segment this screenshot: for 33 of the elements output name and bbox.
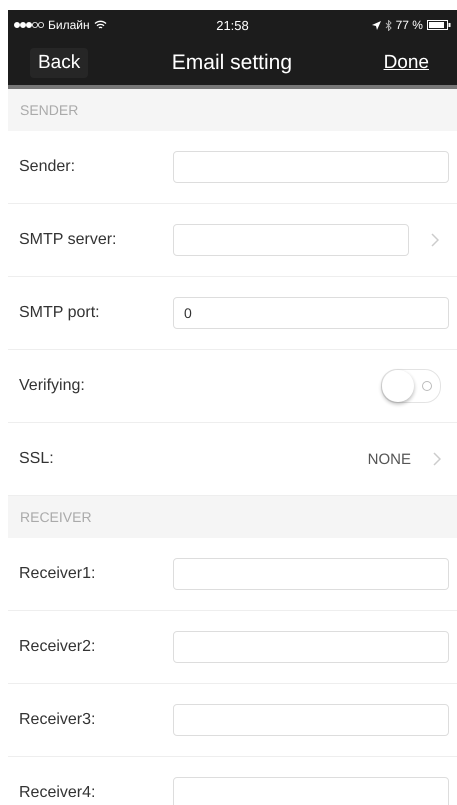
selected-value[interactable]: NONE [368, 450, 411, 468]
battery-icon [426, 20, 451, 30]
screen-title: Email setting [172, 50, 292, 74]
battery-percent: 77 % [396, 18, 423, 32]
toggle-switch[interactable] [381, 369, 441, 403]
field-label: Verifying: [19, 377, 86, 395]
text-field[interactable] [173, 224, 409, 256]
field-label: Receiver1: [19, 565, 96, 583]
clock-time: 21:58 [216, 18, 249, 32]
location-arrow-icon [372, 20, 381, 30]
carrier-name: Билайн [48, 18, 90, 32]
wifi-icon [94, 20, 107, 30]
field-label: Receiver3: [19, 711, 96, 729]
field-label: Sender: [19, 158, 76, 176]
section-header: RECEIVER [8, 496, 457, 538]
text-field[interactable] [173, 704, 449, 736]
text-field[interactable] [173, 151, 449, 183]
signal-icon [14, 21, 44, 29]
field-label: SMTP port: [19, 304, 101, 322]
back-button[interactable]: Back [30, 48, 88, 78]
section-header: SENDER [8, 89, 457, 131]
text-field[interactable] [173, 631, 449, 663]
text-field[interactable]: 0 [173, 297, 449, 329]
bluetooth-icon [384, 20, 392, 30]
field-label: Receiver4: [19, 784, 96, 802]
text-field[interactable] [173, 558, 449, 590]
chevron-right-icon [433, 452, 441, 466]
text-field[interactable] [173, 777, 449, 805]
field-label: SSL: [19, 450, 55, 468]
chevron-right-icon [431, 233, 439, 247]
done-button[interactable]: Done [376, 48, 437, 78]
field-label: SMTP server: [19, 231, 118, 249]
field-label: Receiver2: [19, 638, 96, 656]
